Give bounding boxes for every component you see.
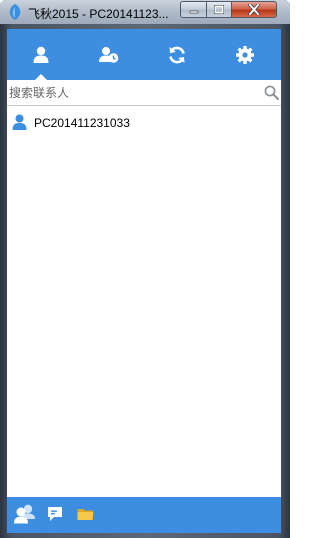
message-button[interactable] [45, 503, 65, 525]
close-button[interactable] [231, 1, 277, 18]
main-panel: PC201411231033 [7, 29, 281, 533]
window-title: 飞秋2015 - PC20141123... [28, 7, 169, 21]
search-icon[interactable] [264, 85, 279, 100]
refresh-icon [169, 46, 185, 63]
bottom-toolbar [7, 497, 281, 533]
group-chat-icon [14, 504, 35, 524]
app-logo-icon [9, 4, 21, 20]
message-icon [48, 507, 62, 521]
tab-refresh[interactable] [143, 29, 211, 80]
settings-icon [236, 45, 254, 64]
list-item[interactable]: PC201411231033 [7, 107, 281, 137]
search-bar [7, 80, 281, 106]
app-window: 飞秋2015 - PC20141123... 搜索联系人 PC201411231… [0, 0, 290, 538]
contact-name: PC201411231033 [34, 116, 130, 130]
tab-contacts[interactable] [7, 29, 75, 80]
minimize-button[interactable] [180, 1, 207, 18]
main-toolbar [7, 29, 281, 80]
folder-icon [77, 509, 93, 520]
minimize-icon [189, 10, 198, 13]
close-icon [248, 4, 260, 15]
title-bar[interactable]: 飞秋2015 - PC20141123... [0, 0, 290, 24]
tab-settings[interactable] [211, 29, 279, 80]
search-input[interactable] [9, 83, 259, 102]
contacts-icon [33, 46, 49, 63]
group-chat-button[interactable] [13, 503, 37, 525]
user-icon [12, 114, 27, 130]
contact-list: PC201411231033 [7, 107, 281, 137]
maximize-button[interactable] [206, 1, 232, 18]
tab-recent-contacts[interactable] [75, 29, 143, 80]
maximize-icon [214, 4, 224, 14]
recent-contacts-icon [99, 47, 119, 63]
file-transfer-button[interactable] [74, 503, 96, 525]
